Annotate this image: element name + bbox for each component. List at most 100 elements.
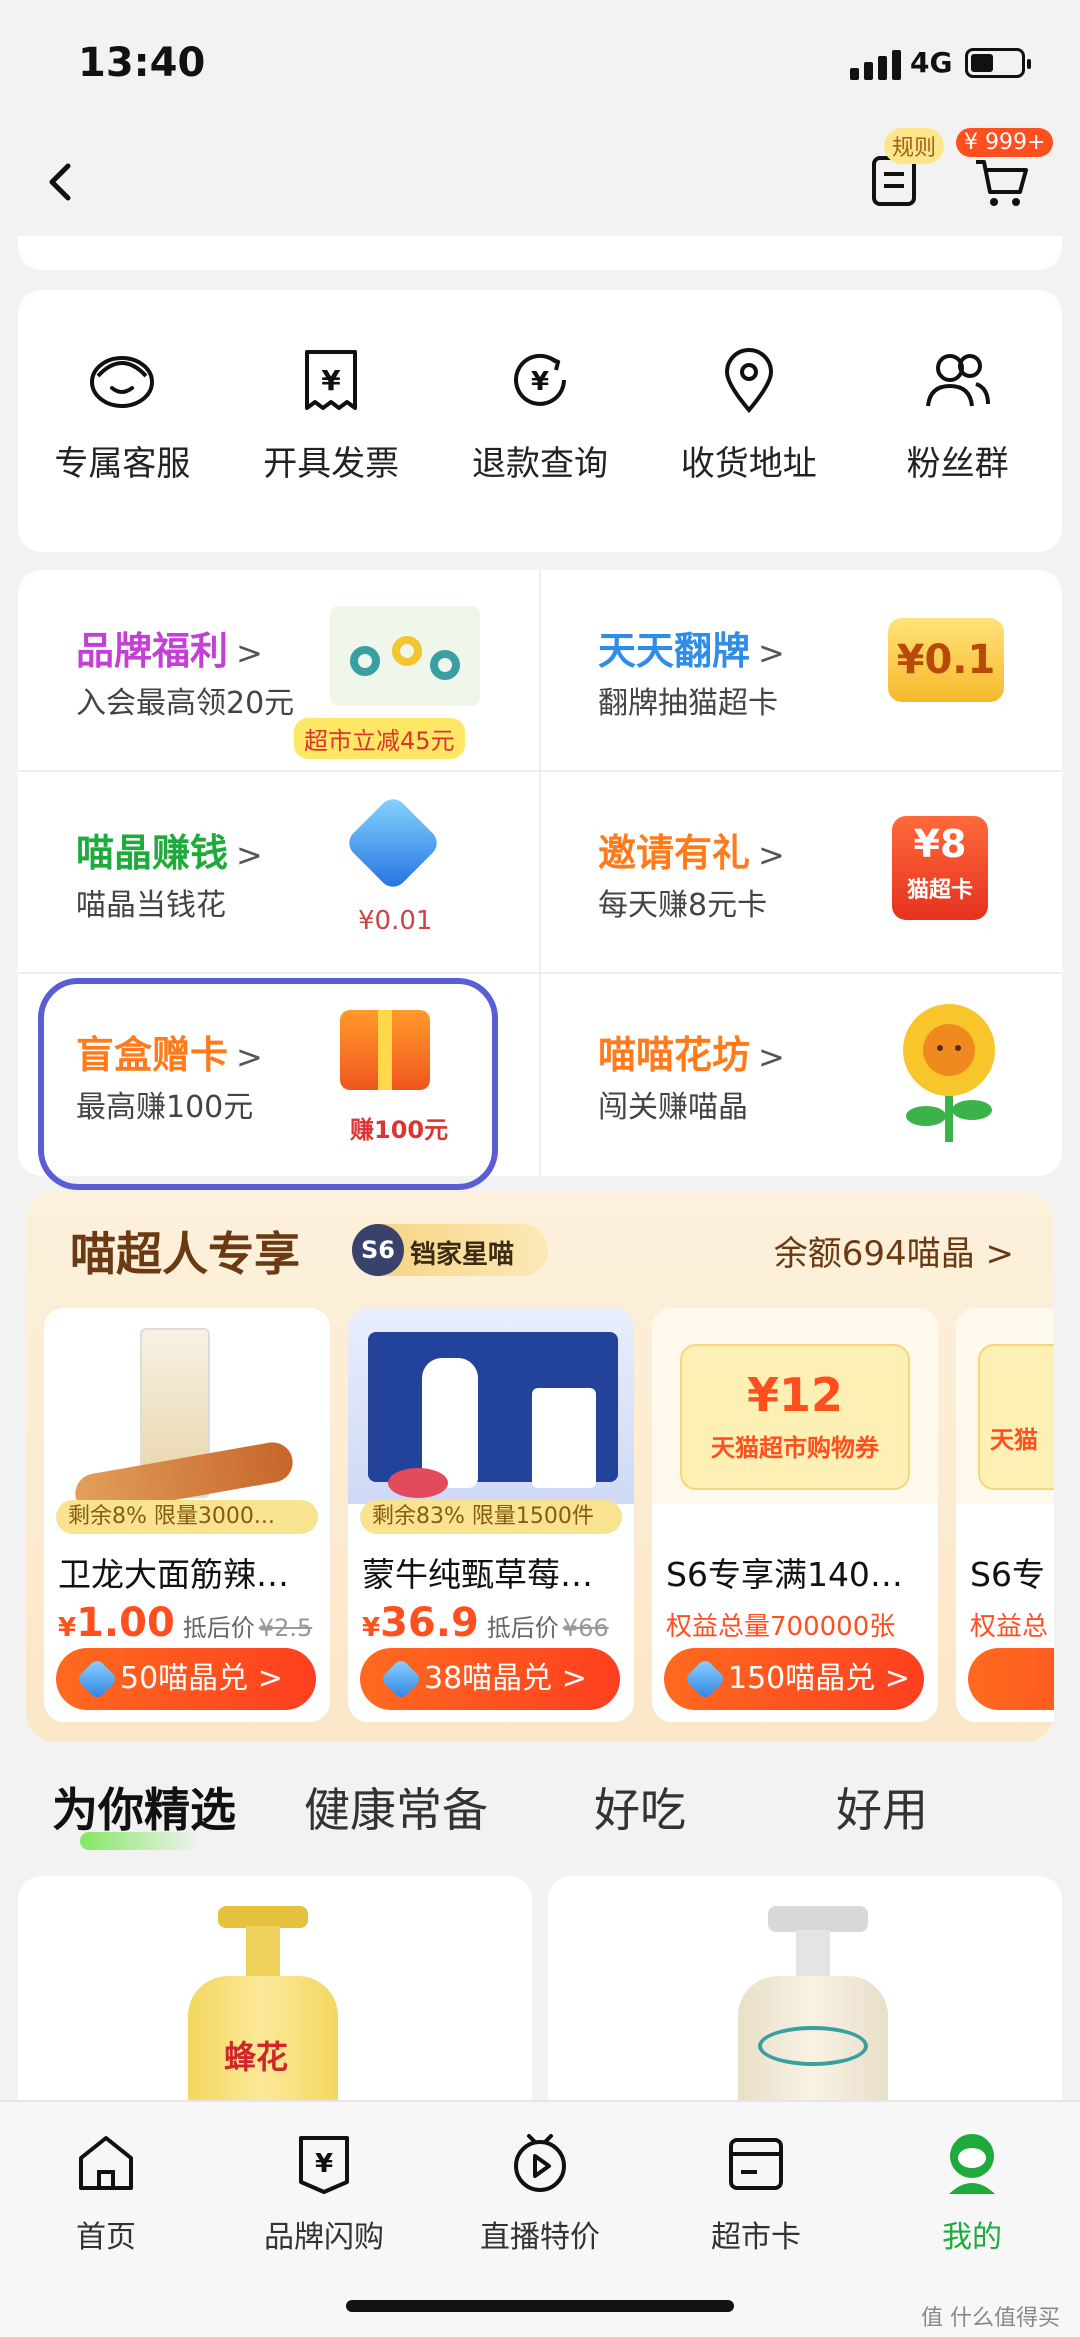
profile-icon <box>949 2134 995 2194</box>
crystal-balance-link[interactable]: 余额694喵晶 > <box>774 1226 1014 1275</box>
product-card[interactable]: 蜂花 <box>18 1876 532 2136</box>
nav-label: 直播特价 <box>480 2220 600 2255</box>
stock-tag: 剩余83% 限量1500件 <box>360 1500 622 1534</box>
feature-brand-welfare[interactable]: 品牌福利 > 入会最高领20元 超市立减45元 <box>18 570 540 772</box>
nav-label: 超市卡 <box>711 2220 801 2255</box>
feature-crystal-earn[interactable]: 喵晶赚钱 > 喵晶当钱花 ¥0.01 <box>18 772 540 974</box>
home-indicator <box>346 2300 734 2312</box>
redeem-card[interactable]: ¥12 天猫超市购物券 S6专享满140… 权益总量700000张 150喵晶兑… <box>652 1308 938 1722</box>
top-card-edge <box>18 236 1062 270</box>
svg-text:¥: ¥ <box>321 364 341 397</box>
voucher-label: 天猫超市购物券 <box>711 1434 879 1462</box>
feature-title: 品牌福利 <box>76 629 229 673</box>
discount-badge: 超市立减45元 <box>294 718 465 759</box>
redeem-card[interactable]: 剩余83% 限量1500件 蒙牛纯甄草莓… ¥36.9 抵后价 ¥66 38喵晶兑 … <box>348 1308 634 1722</box>
sunflower-icon <box>903 1004 995 1142</box>
redeem-card[interactable]: 剩余8% 限量3000... 卫龙大面筋辣… ¥1.00 抵后价 ¥2.5 50喵晶… <box>44 1308 330 1722</box>
highlight-annotation <box>38 978 498 1190</box>
nav-market-card[interactable]: 超市卡 <box>666 2128 846 2256</box>
super-exclusive-panel: 喵超人专享 S6 铛家星喵 余额694喵晶 > 剩余8% 限量3000... 卫… <box>26 1192 1054 1742</box>
redeem-button[interactable]: 50喵晶兑 > <box>56 1648 316 1710</box>
quota-text: 权益总 <box>970 1612 1049 1642</box>
back-icon[interactable] <box>40 160 84 204</box>
tab-selected-for-you[interactable]: 为你精选 <box>52 1774 236 1840</box>
voucher-image: 天猫 <box>956 1308 1054 1504</box>
shampoo-bottle-image <box>738 1906 888 2136</box>
services-panel: 专属客服 ¥ 开具发票 ¥ 退款查询 收货地址 粉丝群 <box>18 290 1062 552</box>
s6-level-badge: S6 铛家星喵 <box>352 1224 548 1276</box>
service-label: 收货地址 <box>680 444 817 484</box>
product-card[interactable] <box>548 1876 1062 2136</box>
crystal-icon <box>683 1657 727 1701</box>
status-time: 13:40 <box>78 40 206 86</box>
category-tabs: 为你精选 健康常备 好吃 好用 <box>0 1760 1080 1850</box>
nav-profile[interactable]: 我的 <box>882 2128 1062 2256</box>
feature-subtitle: 每天赚8元卡 <box>598 888 768 923</box>
crystal-value: ¥0.01 <box>358 906 433 936</box>
refund-icon: ¥ <box>514 353 566 406</box>
redeem-button[interactable]: 38喵晶兑 > <box>360 1648 620 1710</box>
product-image <box>348 1308 634 1504</box>
rules-badge[interactable]: 规则 <box>884 128 945 164</box>
shampoo-bottle-image: 蜂花 <box>188 1906 338 2136</box>
service-customer-service[interactable]: 专属客服 <box>27 340 217 552</box>
quota-text: 权益总量700000张 <box>666 1612 896 1642</box>
cart-badge[interactable]: ¥ 999+ <box>956 128 1054 157</box>
redeem-button[interactable] <box>968 1648 1054 1710</box>
service-label: 粉丝群 <box>906 444 1009 484</box>
cart-icon[interactable] <box>972 152 1032 212</box>
home-icon <box>79 2136 133 2190</box>
product-image <box>44 1308 330 1517</box>
nav-label: 品牌闪购 <box>264 2220 384 2255</box>
voucher-image: ¥12 天猫超市购物券 <box>652 1308 938 1504</box>
super-title: 喵超人专享 <box>70 1227 300 1281</box>
status-bar: 13:40 4G <box>0 0 1080 120</box>
nav-flash-sale[interactable]: ¥ 品牌闪购 <box>234 2128 414 2256</box>
price-tag-badge: ¥0.1 <box>888 618 1004 702</box>
service-label: 开具发票 <box>263 444 400 484</box>
customer-service-icon <box>90 356 155 408</box>
feature-title: 喵晶赚钱 <box>76 831 229 875</box>
invoice-icon: ¥ <box>305 350 358 410</box>
nav-home[interactable]: 首页 <box>16 2128 196 2256</box>
feature-flower-shop[interactable]: 喵喵花坊 > 闯关赚喵晶 <box>540 974 1062 1176</box>
nav-label: 首页 <box>76 2220 136 2255</box>
fans-group-icon <box>925 354 990 407</box>
service-label: 退款查询 <box>471 444 608 484</box>
cat-card-badge: ¥8 猫超卡 <box>892 816 988 920</box>
tissue-product-image <box>330 606 480 706</box>
redeem-button[interactable]: 150喵晶兑 > <box>664 1648 924 1710</box>
feature-subtitle: 翻牌抽猫超卡 <box>598 686 778 721</box>
redeem-card-partial[interactable]: 天猫 S6专 权益总 <box>956 1308 1054 1722</box>
product-name: 卫龙大面筋辣… <box>58 1555 289 1594</box>
flash-sale-icon: ¥ <box>299 2136 349 2194</box>
service-fans-group[interactable]: 粉丝群 <box>863 340 1053 552</box>
feature-subtitle: 喵晶当钱花 <box>76 888 226 923</box>
nav-bar: 规则 ¥ 999+ <box>0 120 1080 240</box>
product-name: 蒙牛纯甄草莓… <box>362 1555 593 1594</box>
crystal-icon <box>75 1657 119 1701</box>
tab-useful[interactable]: 好用 <box>836 1774 928 1840</box>
tab-tasty[interactable]: 好吃 <box>594 1774 686 1840</box>
nav-live[interactable]: 直播特价 <box>450 2128 630 2256</box>
feature-invite[interactable]: 邀请有礼 > 每天赚8元卡 ¥8 猫超卡 <box>540 772 1062 974</box>
service-address[interactable]: 收货地址 <box>654 340 844 552</box>
service-refund[interactable]: ¥ 退款查询 <box>445 340 635 552</box>
product-name: S6专享满140… <box>666 1555 903 1594</box>
tab-health[interactable]: 健康常备 <box>304 1774 488 1840</box>
nav-label: 我的 <box>942 2220 1002 2255</box>
svg-text:¥: ¥ <box>315 2149 333 2179</box>
feature-title: 天天翻牌 <box>598 629 751 673</box>
feature-subtitle: 闯关赚喵晶 <box>598 1090 748 1125</box>
voucher-amount: ¥12 <box>746 1368 844 1422</box>
battery-icon <box>965 48 1031 78</box>
product-name: S6专 <box>970 1555 1045 1594</box>
network-type: 4G <box>910 46 953 79</box>
feature-subtitle: 入会最高领20元 <box>76 686 295 721</box>
service-invoice[interactable]: ¥ 开具发票 <box>236 340 426 552</box>
stock-tag: 剩余8% 限量3000... <box>56 1500 318 1534</box>
feature-daily-flip[interactable]: 天天翻牌 > 翻牌抽猫超卡 ¥0.1 <box>540 570 1062 772</box>
feature-title: 喵喵花坊 <box>598 1033 751 1077</box>
watermark: 值 什么值得买 <box>921 2306 1060 2331</box>
feature-title: 邀请有礼 <box>598 831 751 875</box>
